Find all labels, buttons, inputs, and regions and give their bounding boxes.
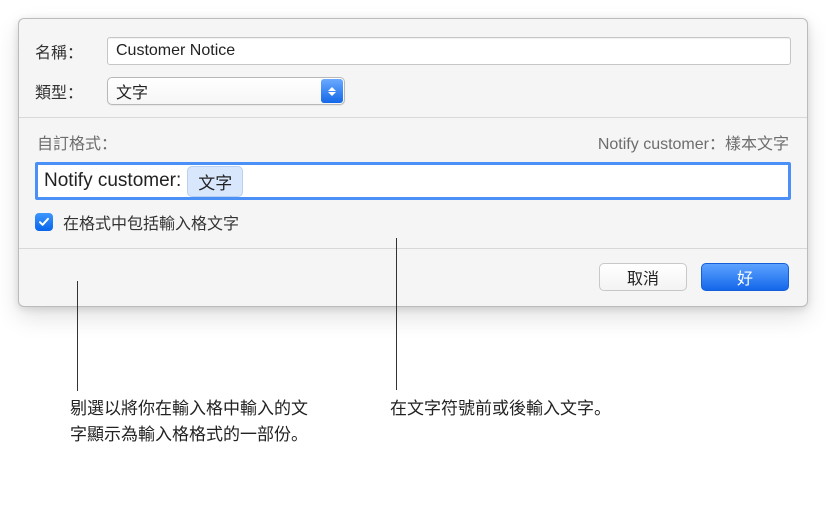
name-row: 名稱： [35,37,791,65]
name-input[interactable] [107,37,791,65]
checkmark-icon [38,216,50,228]
type-select[interactable]: 文字 [107,77,345,105]
name-label: 名稱： [35,39,107,63]
custom-format-dialog: 名稱： 類型： 文字 自訂格式： Notify customer：樣本文字 No… [18,18,808,307]
include-cell-text-row: 在格式中包括輸入格文字 [35,210,791,234]
type-select-value: 文字 [116,79,148,103]
callout-left: 剔選以將你在輸入格中輸入的文字顯示為輸入格格式的一部份。 [70,396,310,449]
format-input[interactable]: Notify customer: 文字 [35,162,791,200]
select-arrows-icon [321,79,343,103]
custom-format-label: 自訂格式： [37,130,117,154]
divider-2 [19,248,807,249]
callout-right: 在文字符號前或後輸入文字。 [390,396,720,422]
include-cell-text-checkbox[interactable] [35,213,53,231]
cancel-button[interactable]: 取消 [599,263,687,291]
include-cell-text-label: 在格式中包括輸入格文字 [63,210,239,234]
ok-button[interactable]: 好 [701,263,789,291]
divider [19,117,807,118]
format-header: 自訂格式： Notify customer：樣本文字 [35,130,791,154]
cancel-button-label: 取消 [627,265,659,289]
callout-line-right [396,238,397,390]
type-label: 類型： [35,79,107,103]
ok-button-label: 好 [737,265,753,289]
button-row: 取消 好 [35,263,791,291]
format-preview: Notify customer：樣本文字 [598,130,789,154]
callout-line-left [77,281,78,391]
type-row: 類型： 文字 [35,77,791,105]
format-prefix-text: Notify customer: [44,170,181,192]
format-token-text[interactable]: 文字 [187,166,243,197]
